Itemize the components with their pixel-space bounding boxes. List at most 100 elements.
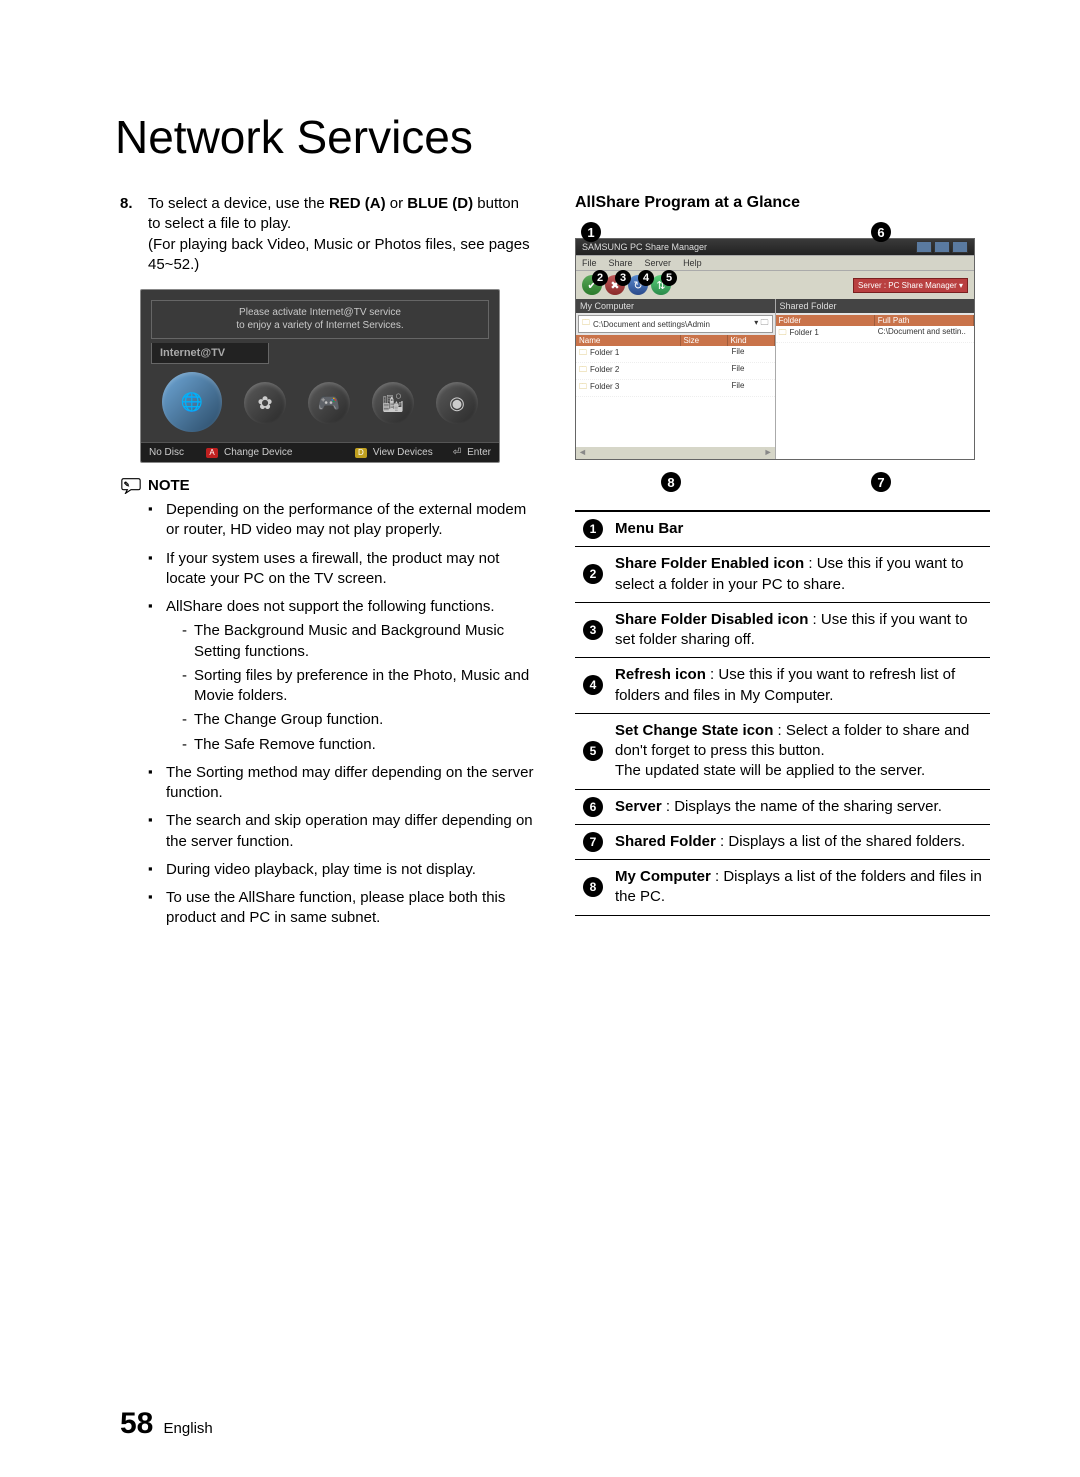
sub-notes: The Background Music and Background Musi… (166, 621, 535, 755)
view-devices-label: View Devices (373, 447, 433, 458)
table-row: 2 Share Folder Enabled icon : Use this if… (575, 547, 990, 603)
desc-cell: Share Folder Disabled icon : Use this if… (611, 602, 990, 658)
cell (683, 346, 729, 362)
callout-2: 2 (592, 270, 608, 286)
enter-icon: ⏎ (453, 447, 461, 458)
menu-help: Help (683, 258, 702, 268)
table-row: 7 Shared Folder : Displays a list of the … (575, 824, 990, 859)
path-field: 🗀C:\Document and settings\Admin▾ 🗀 (578, 315, 773, 333)
cell (683, 380, 729, 396)
note-text: AllShare does not support the following … (166, 598, 495, 615)
rows: 🗀Folder 1File 🗀Folder 2File 🗀Folder 3 Fil… (576, 346, 775, 447)
num-badge: 8 (583, 877, 603, 897)
desc-bold: Share Folder Enabled icon (615, 555, 804, 572)
desc-cell: Refresh icon : Use this if you want to r… (611, 658, 990, 714)
window-title: SAMSUNG PC Share Manager (582, 242, 707, 252)
sub-note: Sorting files by preference in the Photo… (182, 666, 535, 707)
menu-bar: File Share Server Help (576, 255, 974, 271)
page-title: Network Services (115, 110, 990, 164)
tv-message: Please activate Internet@TV service to e… (151, 300, 489, 339)
pane-header: My Computer (576, 299, 775, 313)
callout-4: 4 (638, 270, 654, 286)
window-titlebar: SAMSUNG PC Share Manager (576, 239, 974, 255)
col-kind: Kind (728, 335, 775, 346)
sub-note: The Change Group function. (182, 710, 535, 730)
language-label: English (164, 1420, 213, 1437)
folder-icon: 🗀 (582, 317, 590, 331)
desc-cell: My Computer : Displays a list of the fol… (611, 860, 990, 916)
num-badge: 2 (583, 564, 603, 584)
callout-8: 8 (661, 472, 681, 492)
note-item: If your system uses a firewall, the prod… (148, 549, 535, 590)
toolbar: ✔ ✖ ↻ ⇅ Server : PC Share Manager ▾ (576, 271, 974, 299)
desc-bold: Set Change State icon (615, 722, 773, 739)
folder-icon: 🗀 (579, 365, 587, 374)
desc-bold: Refresh icon (615, 666, 706, 683)
table-row: 🗀Folder 2File (576, 363, 775, 380)
desc-plain: : Displays the name of the sharing serve… (662, 798, 942, 815)
two-column-layout: 8. To select a device, use the RED (A) o… (120, 194, 990, 937)
desc-plain: : Displays a list of the shared folders. (716, 833, 965, 850)
table-row: 🗀Folder 1File (576, 346, 775, 363)
table-row: 1 Menu Bar (575, 512, 990, 547)
folder-icon: 🗀 (779, 328, 787, 337)
num-badge: 7 (583, 832, 603, 852)
step-8: 8. To select a device, use the RED (A) o… (120, 194, 535, 275)
page-footer: 58 English (120, 1407, 213, 1441)
table-row: 🗀Folder 1C:\Document and settin.. (776, 326, 975, 343)
menu-file: File (582, 258, 597, 268)
cell: Folder 1 (590, 348, 619, 357)
num-badge: 5 (583, 741, 603, 761)
table-row: 8 My Computer : Displays a list of the fo… (575, 860, 990, 916)
menu-share: Share (609, 258, 633, 268)
app-icon: ✿ (244, 382, 286, 424)
path-text: C:\Document and settings\Admin (593, 320, 710, 329)
step-text-a: To select a device, use the (148, 195, 329, 212)
maximize-icon (934, 241, 950, 253)
desc-cell: Shared Folder : Displays a list of the s… (611, 824, 990, 859)
cell: File (729, 380, 775, 396)
col-fullpath: Full Path (875, 315, 974, 326)
window-body: My Computer 🗀C:\Document and settings\Ad… (576, 299, 974, 459)
scrollbar: ◄► (576, 447, 775, 459)
note-item: Depending on the performance of the exte… (148, 500, 535, 541)
allshare-screenshot-area: 1 2 3 4 5 6 7 8 SAMSUNG PC Share Manager… (575, 228, 975, 486)
table-row: 4Refresh icon : Use this if you want to … (575, 658, 990, 714)
server-box: Server : PC Share Manager ▾ (853, 278, 968, 293)
tv-icon-row: 🌐 ✿ 🎮 🏙 ◉ (141, 364, 499, 442)
note-item: AllShare does not support the following … (148, 597, 535, 755)
note-label: NOTE (148, 477, 190, 494)
step-text: To select a device, use the RED (A) or B… (148, 194, 535, 275)
col-folder: Folder (776, 315, 875, 326)
right-column: AllShare Program at a Glance 1 2 3 4 5 6… (575, 194, 990, 937)
pc-share-manager-window: SAMSUNG PC Share Manager File Share Serv… (575, 238, 975, 460)
callout-3: 3 (615, 270, 631, 286)
menu-server: Server (645, 258, 672, 268)
red-label: RED (A) (329, 195, 386, 212)
step-text-b: or (386, 195, 408, 212)
sub-note: The Safe Remove function. (182, 735, 535, 755)
callout-1: 1 (581, 222, 601, 242)
note-header: ✎ NOTE (120, 477, 535, 494)
table-row: 3Share Folder Disabled icon : Use this i… (575, 602, 990, 658)
table-row: 5 Set Change State icon : Select a folder… (575, 713, 990, 789)
desc-bold: Shared Folder (615, 833, 716, 850)
desc-cell: Server : Displays the name of the sharin… (611, 789, 990, 824)
cell: C:\Document and settin.. (875, 326, 974, 342)
num-badge: 1 (583, 519, 603, 539)
desc-bold: Share Folder Disabled icon (615, 611, 808, 628)
tv-bottom-bar: No Disc A Change Device D View Devices ⏎… (141, 442, 499, 462)
allshare-heading: AllShare Program at a Glance (575, 194, 990, 212)
note-item: During video playback, play time is not … (148, 860, 535, 880)
desc-bold: Menu Bar (615, 520, 683, 537)
desc-bold: My Computer (615, 868, 711, 885)
col-size: Size (681, 335, 728, 346)
desc-cell: Set Change State icon : Select a folder … (611, 713, 990, 789)
tv-msg-line2: to enjoy a variety of Internet Services. (156, 320, 484, 333)
column-headers: Folder Full Path (776, 315, 975, 326)
blue-label: BLUE (D) (407, 195, 473, 212)
my-computer-pane: My Computer 🗀C:\Document and settings\Ad… (576, 299, 775, 459)
app-icon: 🏙 (372, 382, 414, 424)
desc-cell: Share Folder Enabled icon : Use this if … (611, 547, 990, 603)
cell: Folder 3 (590, 382, 619, 391)
